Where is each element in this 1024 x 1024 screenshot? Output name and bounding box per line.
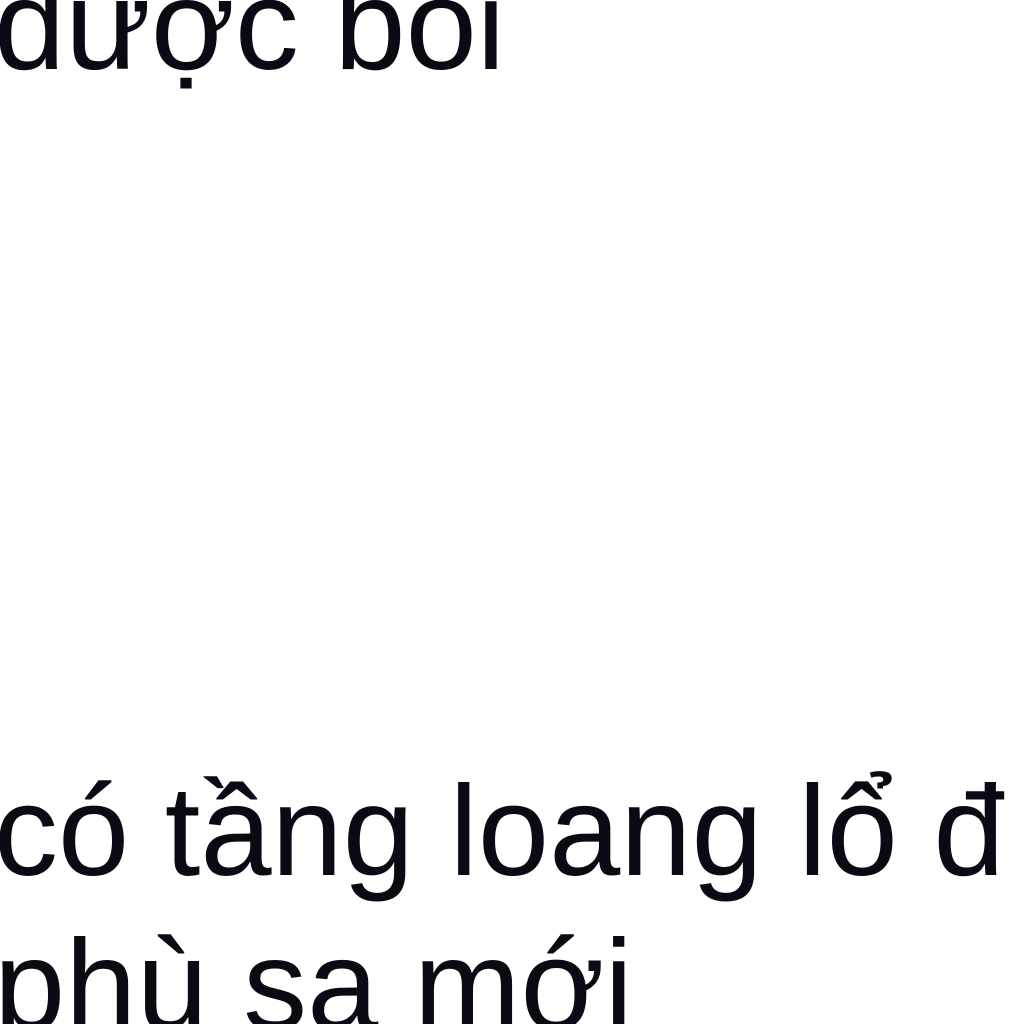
- text-line-3: phù sa mới: [0, 914, 633, 1024]
- text-line-1: được bồi: [0, 0, 506, 97]
- text-line-2: có tầng loang lổ đ: [0, 760, 1005, 903]
- document-page: được bồi có tầng loang lổ đ phù sa mới: [0, 0, 1024, 1024]
